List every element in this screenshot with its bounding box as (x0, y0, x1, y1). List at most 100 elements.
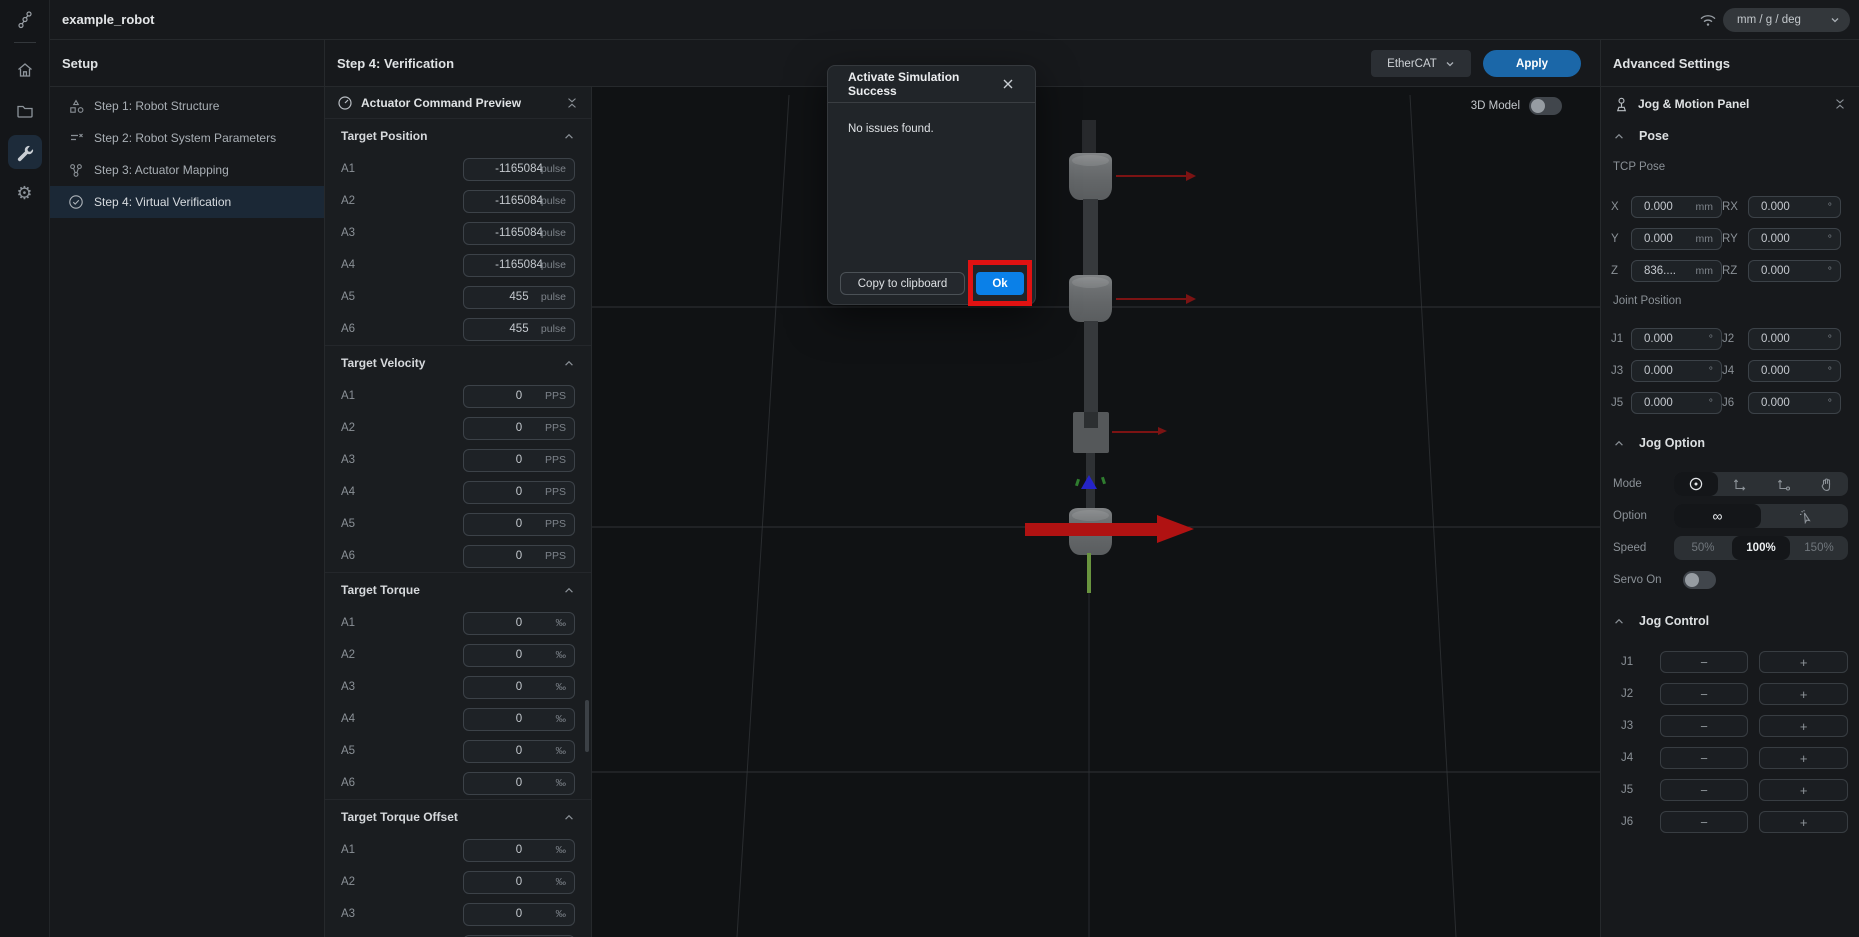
jog-minus-button[interactable]: − (1660, 779, 1749, 801)
3d-viewport[interactable]: 3D Model (592, 87, 1600, 937)
jog-joint-label: J1 (1621, 656, 1643, 668)
base-green-axis (1087, 553, 1091, 593)
sidebar-item-step2[interactable]: Step 2: Robot System Parameters (50, 122, 324, 154)
actuator-velocity-input[interactable]: 0 PPS (463, 417, 575, 440)
joint-input[interactable]: 0.000 ° (1631, 392, 1722, 414)
joint-input[interactable]: 0.000 ° (1748, 392, 1841, 414)
actuator-torque-input[interactable]: 0 ‰ (463, 740, 575, 763)
jog-plus-button[interactable]: + (1759, 779, 1848, 801)
mode-axis-point-jog-icon[interactable] (1761, 472, 1805, 496)
home-icon[interactable] (8, 53, 42, 87)
chevron-up-icon[interactable] (563, 812, 575, 822)
joint-input[interactable]: 0.000 ° (1748, 328, 1841, 350)
pose-section-header[interactable]: Pose (1601, 121, 1859, 151)
servo-on-toggle[interactable] (1683, 571, 1716, 589)
actuator-torque-input[interactable]: 0 ‰ (463, 676, 575, 699)
actuator-torque-offset-input[interactable]: 0 ‰ (463, 903, 575, 926)
actuator-velocity-input[interactable]: 0 PPS (463, 481, 575, 504)
jog-minus-button[interactable]: − (1660, 715, 1749, 737)
close-icon[interactable] (1001, 77, 1015, 91)
section-title: Target Velocity (341, 356, 425, 370)
actuator-position-input[interactable]: -1165084 pulse (463, 222, 575, 245)
tcp-input[interactable]: 0.000 mm (1631, 228, 1722, 250)
jog-minus-button[interactable]: − (1660, 747, 1749, 769)
setup-wrench-icon[interactable] (8, 135, 42, 169)
parameters-icon (68, 130, 84, 146)
tcp-input[interactable]: 0.000 mm (1631, 196, 1722, 218)
jog-plus-button[interactable]: + (1759, 811, 1848, 833)
actuator-label: A2 (341, 876, 355, 888)
actuator-position-input[interactable]: -1165084 pulse (463, 254, 575, 277)
jog-plus-button[interactable]: + (1759, 683, 1848, 705)
copy-to-clipboard-button[interactable]: Copy to clipboard (840, 272, 965, 295)
chevron-up-icon[interactable] (563, 585, 575, 595)
sidebar-item-step1[interactable]: Step 1: Robot Structure (50, 90, 324, 122)
actuator-torque-offset-input[interactable]: 0 ‰ (463, 871, 575, 894)
chevron-up-icon[interactable] (563, 131, 575, 141)
mode-joint-jog-icon[interactable] (1674, 472, 1718, 496)
option-click-cursor-icon[interactable] (1761, 504, 1848, 528)
actuator-torque-input[interactable]: 0 ‰ (463, 644, 575, 667)
actuator-velocity-input[interactable]: 0 PPS (463, 545, 575, 568)
jog-plus-button[interactable]: + (1759, 651, 1848, 673)
jog-plus-button[interactable]: + (1759, 715, 1848, 737)
speed-50-button[interactable]: 50% (1674, 536, 1732, 560)
actuator-velocity-input[interactable]: 0 PPS (463, 449, 575, 472)
speed-100-button[interactable]: 100% (1732, 536, 1790, 560)
actuator-position-input[interactable]: -1165084 pulse (463, 190, 575, 213)
actuator-label: A3 (341, 908, 355, 920)
speed-150-button[interactable]: 150% (1790, 536, 1848, 560)
sidebar-item-step3[interactable]: Step 3: Actuator Mapping (50, 154, 324, 186)
model-toggle-label: 3D Model (1471, 100, 1520, 112)
tcp-input[interactable]: 0.000 ° (1748, 260, 1841, 282)
joint-input[interactable]: 0.000 ° (1631, 360, 1722, 382)
jog-control-row: J4 − + (1601, 742, 1859, 774)
collapse-panel-icon[interactable] (565, 95, 579, 111)
settings-gear-icon[interactable]: ⚙ (8, 176, 42, 210)
jog-control-section-header[interactable]: Jog Control (1601, 606, 1859, 636)
protocol-dropdown[interactable]: EtherCAT (1371, 50, 1471, 77)
actuator-torque-input[interactable]: 0 ‰ (463, 772, 575, 795)
actuator-velocity-input[interactable]: 0 PPS (463, 513, 575, 536)
tcp-input[interactable]: 0.000 ° (1748, 228, 1841, 250)
actuator-position-input[interactable]: 455 pulse (463, 286, 575, 309)
collapse-panel-icon[interactable] (1833, 96, 1847, 112)
folder-icon[interactable] (8, 94, 42, 128)
jog-minus-button[interactable]: − (1660, 683, 1749, 705)
mode-axis-jog-icon[interactable] (1718, 472, 1762, 496)
3d-model-toggle[interactable] (1529, 97, 1562, 115)
robot-joint-1 (1069, 153, 1112, 200)
actuator-row: A2 0 ‰ (325, 639, 591, 671)
scrollbar-thumb[interactable] (585, 700, 589, 752)
actuator-torque-input[interactable]: 0 ‰ (463, 708, 575, 731)
joint-input[interactable]: 0.000 ° (1748, 360, 1841, 382)
joint-input[interactable]: 0.000 ° (1631, 328, 1722, 350)
jog-speed-segment: 50% 100% 150% (1674, 536, 1848, 560)
joint1-axis-arrowhead (1186, 171, 1196, 181)
actuator-torque-input[interactable]: 0 ‰ (463, 612, 575, 635)
actuator-torque-offset-input[interactable]: 0 ‰ (463, 839, 575, 862)
tcp-input[interactable]: 836.... mm (1631, 260, 1722, 282)
actuator-position-input[interactable]: -1165084 pulse (463, 158, 575, 181)
jog-minus-button[interactable]: − (1660, 651, 1749, 673)
apply-button[interactable]: Apply (1483, 50, 1581, 77)
section-title: Target Torque Offset (341, 810, 458, 824)
mode-hand-guide-icon[interactable] (1805, 472, 1849, 496)
actuator-velocity-input[interactable]: 0 PPS (463, 385, 575, 408)
units-dropdown[interactable]: mm / g / deg (1723, 8, 1850, 32)
actuator-label: A3 (341, 454, 355, 466)
ok-button[interactable]: Ok (976, 272, 1024, 295)
joystick-icon (1613, 96, 1630, 113)
jog-minus-button[interactable]: − (1660, 811, 1749, 833)
jog-option-section-header[interactable]: Jog Option (1601, 428, 1859, 458)
jog-plus-button[interactable]: + (1759, 747, 1848, 769)
actuator-position-input[interactable]: 455 pulse (463, 318, 575, 341)
chevron-up-icon[interactable] (563, 358, 575, 368)
actuator-label: A6 (341, 550, 355, 562)
tcp-input[interactable]: 0.000 ° (1748, 196, 1841, 218)
actuator-row: A1 -1165084 pulse (325, 153, 591, 185)
actuator-row: A3 0 ‰ (325, 671, 591, 703)
actuator-label: A1 (341, 163, 355, 175)
sidebar-item-step4[interactable]: Step 4: Virtual Verification (50, 186, 324, 218)
option-continuous-infinity[interactable]: ∞ (1674, 504, 1761, 528)
